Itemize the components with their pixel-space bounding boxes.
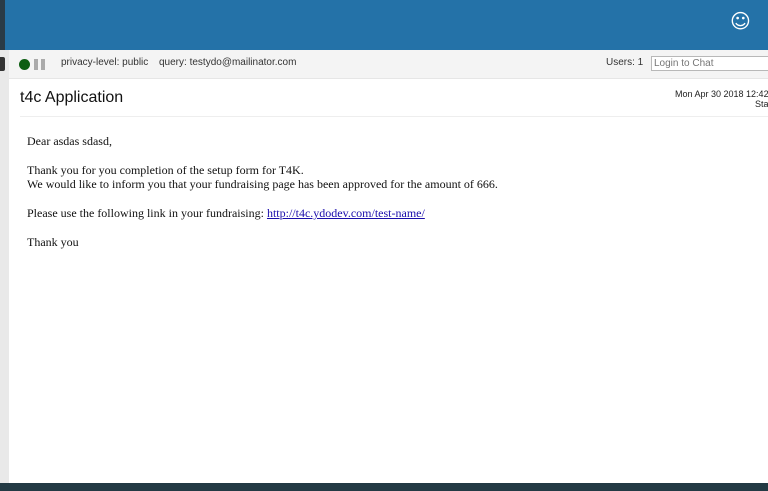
email-line-2: We would like to inform you that your fu… <box>27 177 498 191</box>
chat-status-bar: privacy-level: public query: testydo@mai… <box>9 50 768 79</box>
email-link-line: Please use the following link in your fu… <box>27 206 747 220</box>
pause-icon[interactable] <box>34 59 45 70</box>
email-closing: Thank you <box>27 235 79 249</box>
email-greeting: Dear asdas sdasd, <box>27 134 112 148</box>
email-body: Dear asdas sdasd, Thank you for you comp… <box>27 134 747 249</box>
email-line-1: Thank you for you completion of the setu… <box>27 163 304 177</box>
query-label: query: testydo@mailinator.com <box>159 57 297 68</box>
fundraising-link[interactable]: http://t4c.ydodev.com/test-name/ <box>267 206 425 220</box>
page-title: t4c Application <box>20 89 124 106</box>
top-header-bar: ☺ <box>5 0 768 50</box>
privacy-level-label: privacy-level: public <box>61 57 149 68</box>
bottom-bar <box>0 483 768 491</box>
email-link-prefix: Please use the following link in your fu… <box>27 206 267 220</box>
users-count: Users: 1 <box>606 57 644 68</box>
message-timestamp: Mon Apr 30 2018 12:42: <box>675 89 768 99</box>
title-divider <box>20 116 768 117</box>
online-status-icon <box>19 59 30 70</box>
login-to-chat-input[interactable] <box>651 56 768 71</box>
sidebar-tool-icon[interactable] <box>0 57 5 71</box>
smiley-icon[interactable]: ☺ <box>730 11 751 31</box>
left-sidebar-strip <box>0 0 9 491</box>
message-status: Sta <box>755 99 768 109</box>
